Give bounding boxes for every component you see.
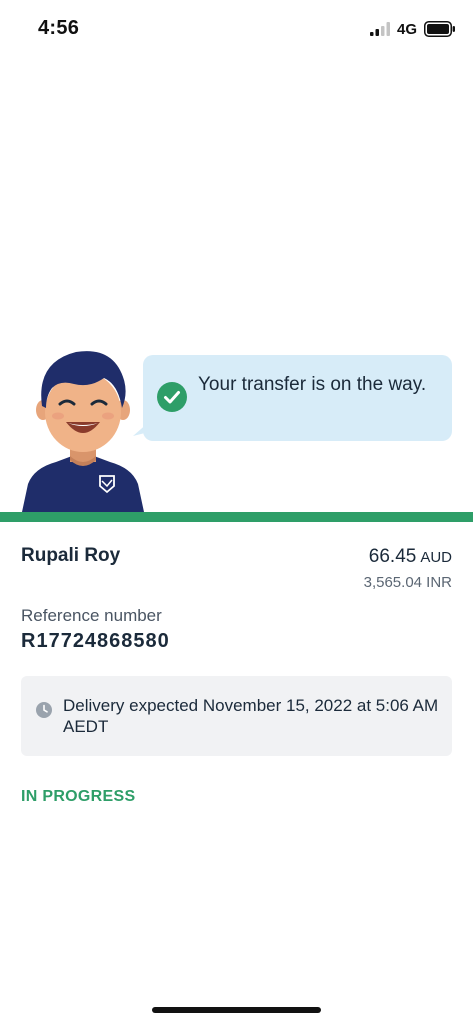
transfer-hero: Your transfer is on the way.: [0, 330, 473, 522]
check-circle-icon: [157, 382, 187, 412]
delivery-text: Delivery expected November 15, 2022 at 5…: [63, 696, 439, 736]
network-label: 4G: [397, 21, 418, 38]
progress-divider: [0, 512, 473, 522]
message-bubble: Your transfer is on the way.: [143, 355, 452, 441]
status-time: 4:56: [38, 17, 80, 39]
transfer-status-message: Your transfer is on the way.: [198, 374, 427, 395]
home-indicator[interactable]: [152, 1007, 321, 1013]
recipient-name: Rupali Roy: [21, 545, 121, 566]
send-amount-row: 66.45 AUD: [364, 545, 452, 570]
avatar-illustration: [22, 351, 144, 512]
send-amount: 66.45: [368, 546, 417, 567]
clock-icon: [36, 702, 52, 718]
receive-amount: 3,565.04 INR: [363, 574, 452, 591]
bubble-tail: [133, 422, 149, 436]
delivery-estimate-box: Delivery expected November 15, 2022 at 5…: [21, 676, 452, 756]
reference-label: Reference number: [21, 606, 162, 625]
signal-icon: [370, 22, 390, 36]
send-currency: AUD: [420, 549, 452, 566]
status-bar: 4:56 4G: [0, 0, 473, 56]
status-badge: IN PROGRESS: [21, 788, 136, 805]
amount-block: 66.45 AUD 3,565.04 INR: [364, 545, 452, 591]
battery-icon: [424, 21, 455, 37]
reference-number: R17724868580: [21, 630, 170, 652]
